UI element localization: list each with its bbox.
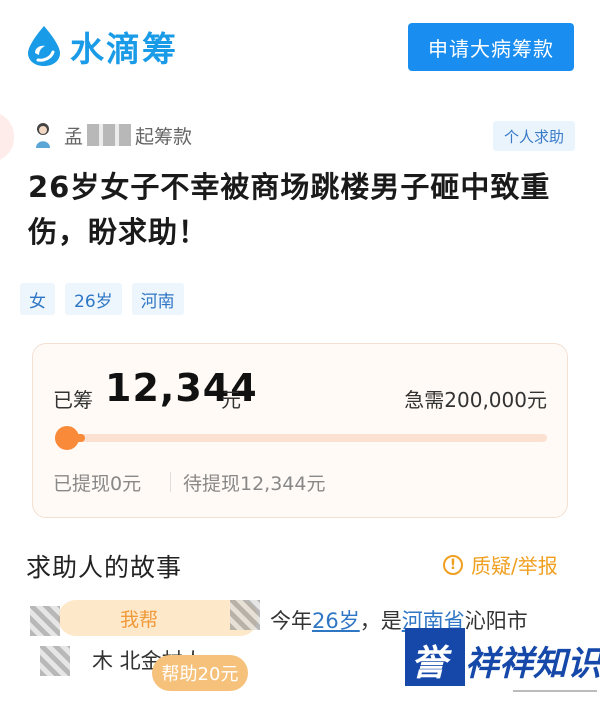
withdrawn-amount: 已提现0元 [53,473,142,495]
mosaic-redaction [40,646,70,676]
initiator-action: 起筹款 [135,125,193,148]
story-heading: 求助人的故事 [26,553,183,582]
raised-label: 已筹 [53,388,93,412]
raised-unit: 元 [221,388,241,412]
avatar[interactable] [34,122,52,148]
story-text: ，是 [359,609,402,633]
apply-fundraising-button[interactable]: 申请大病筹款 [408,23,574,71]
app-header: 水滴筹 申请大病筹款 [0,0,600,100]
help-bubble-text: 我帮 [120,609,159,631]
tag-gender: 女 [20,283,55,315]
name-redaction [87,124,132,146]
report-label: 质疑/举报 [471,554,558,578]
initiator-row: 孟 起筹款 [34,120,192,150]
campaign-tags: 女 26岁 河南 [20,283,184,315]
progress-knob [55,426,79,450]
tag-province: 河南 [131,283,184,315]
mosaic-redaction [30,606,60,636]
progress-bar [55,434,547,442]
tag-age: 26岁 [65,283,122,315]
personal-help-badge: 个人求助 [493,121,575,151]
divider [170,472,171,492]
watermark-text: 祥祥知识 [465,644,600,684]
help-amount-tip[interactable]: 帮助20元 [152,655,248,691]
target-amount: 急需200,000元 [404,388,547,412]
age-link[interactable]: 26岁 [312,609,360,633]
story-text: 今年 [270,609,312,633]
report-link[interactable]: ! 质疑/举报 [443,550,558,579]
watermark-underline [513,690,597,692]
brand-logo[interactable]: 水滴筹 [24,22,178,70]
initiator-name: 孟 [64,125,84,148]
mosaic-redaction [230,600,260,630]
water-drop-icon [28,26,60,66]
fundraising-card: 已筹 12,344 元 急需200,000元 已提现0元 待提现12,344元 [32,343,568,518]
exclamation-icon: ! [443,554,463,575]
logo-text: 水滴筹 [70,29,178,70]
campaign-title: 26岁女子不幸被商场跳楼男子砸中致重伤，盼求助！ [28,170,551,249]
watermark-first-char: 誉 [411,643,448,684]
side-accent [0,112,14,162]
pending-withdrawal: 待提现12,344元 [183,473,326,495]
watermark-logo: 誉 祥祥知识 [405,628,600,698]
